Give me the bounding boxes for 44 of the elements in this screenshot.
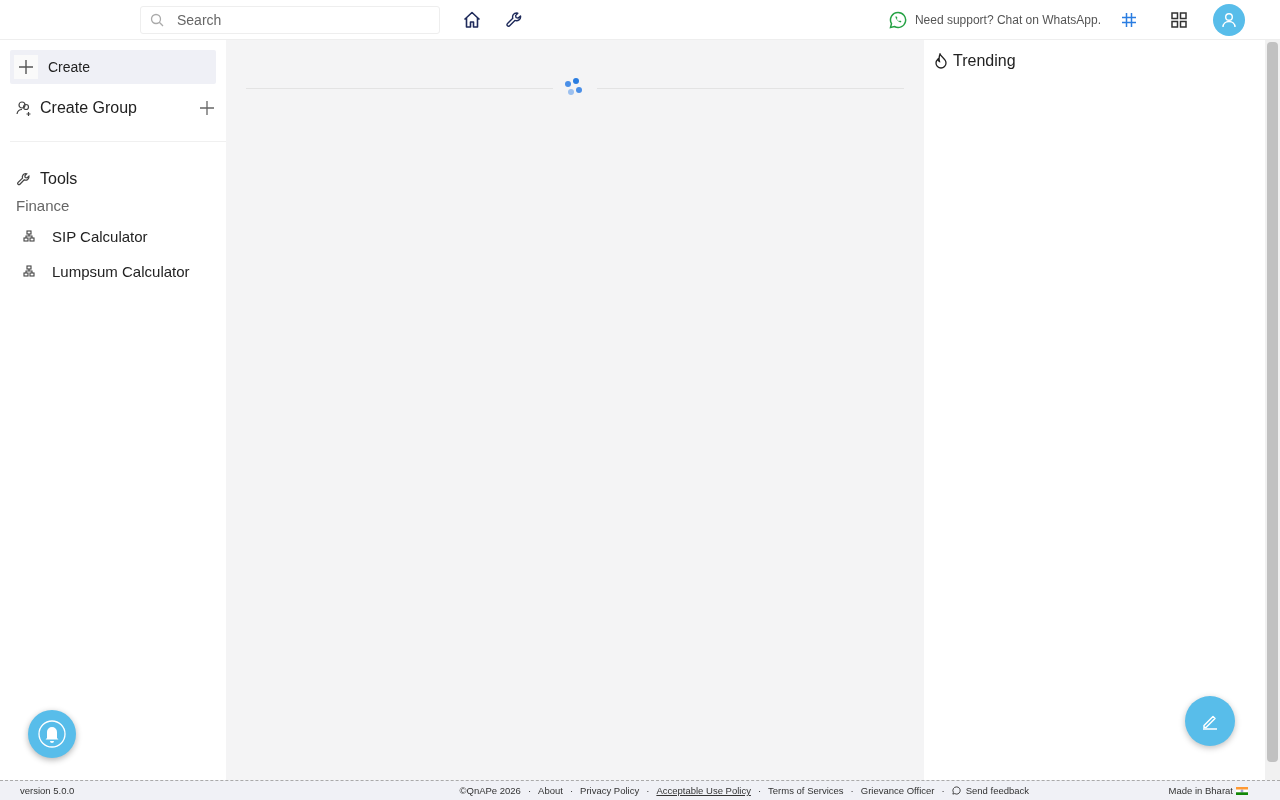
create-button[interactable]: Create <box>10 50 216 84</box>
tool-link[interactable]: Lumpsum Calculator <box>52 262 190 280</box>
support-link[interactable]: Need support? Chat on WhatsApp. <box>914 12 1101 27</box>
wrench-icon[interactable] <box>505 10 523 29</box>
scrollbar-thumb[interactable] <box>1267 42 1278 762</box>
tools-heading: Tools <box>40 170 78 188</box>
grid-icon[interactable] <box>1171 11 1187 28</box>
footer-link[interactable]: About <box>538 786 563 795</box>
plus-icon[interactable] <box>200 101 214 115</box>
create-group-label[interactable]: Create Group <box>40 99 137 117</box>
chat-icon[interactable] <box>888 10 907 29</box>
footer-link[interactable]: Acceptable Use Policy <box>656 786 751 795</box>
footer-link[interactable]: Privacy Policy <box>580 786 640 795</box>
search-icon <box>150 12 164 27</box>
people-icon <box>16 100 32 116</box>
footer-link[interactable]: Terms of Services <box>768 786 844 795</box>
flame-icon <box>934 53 948 69</box>
search-field[interactable]: Search <box>140 5 440 34</box>
separator-dot: · <box>941 786 945 795</box>
hashtag-icon[interactable] <box>1121 11 1137 28</box>
separator-dot: · <box>850 786 854 795</box>
copyright-text: ©QnAPe 2026 <box>459 786 521 795</box>
separator-dot: · <box>646 786 650 795</box>
home-icon[interactable] <box>462 9 482 30</box>
plus-icon <box>19 60 33 74</box>
footer-link[interactable]: Send feedback <box>965 786 1030 795</box>
wrench-icon <box>16 171 31 187</box>
made-in-label: Made in Bharat <box>1168 785 1233 796</box>
bell-icon <box>38 720 66 748</box>
hierarchy-icon <box>23 265 35 277</box>
version-label: version 5.0.0 <box>20 785 76 796</box>
notification-button[interactable] <box>28 710 76 758</box>
separator-dot: · <box>527 786 532 795</box>
avatar-icon[interactable] <box>1213 3 1245 36</box>
tool-link[interactable]: SIP Calculator <box>52 227 148 245</box>
separator-dot: · <box>569 786 574 795</box>
separator-dot: · <box>757 786 762 795</box>
trending-heading: Trending <box>953 52 1016 70</box>
section-title: Finance <box>15 197 71 214</box>
footer-link[interactable]: Grievance Officer <box>860 786 935 795</box>
hierarchy-icon <box>23 230 35 242</box>
compose-button[interactable] <box>1185 696 1235 746</box>
india-flag-icon <box>1236 786 1248 795</box>
chat-bubble-icon <box>951 786 961 795</box>
